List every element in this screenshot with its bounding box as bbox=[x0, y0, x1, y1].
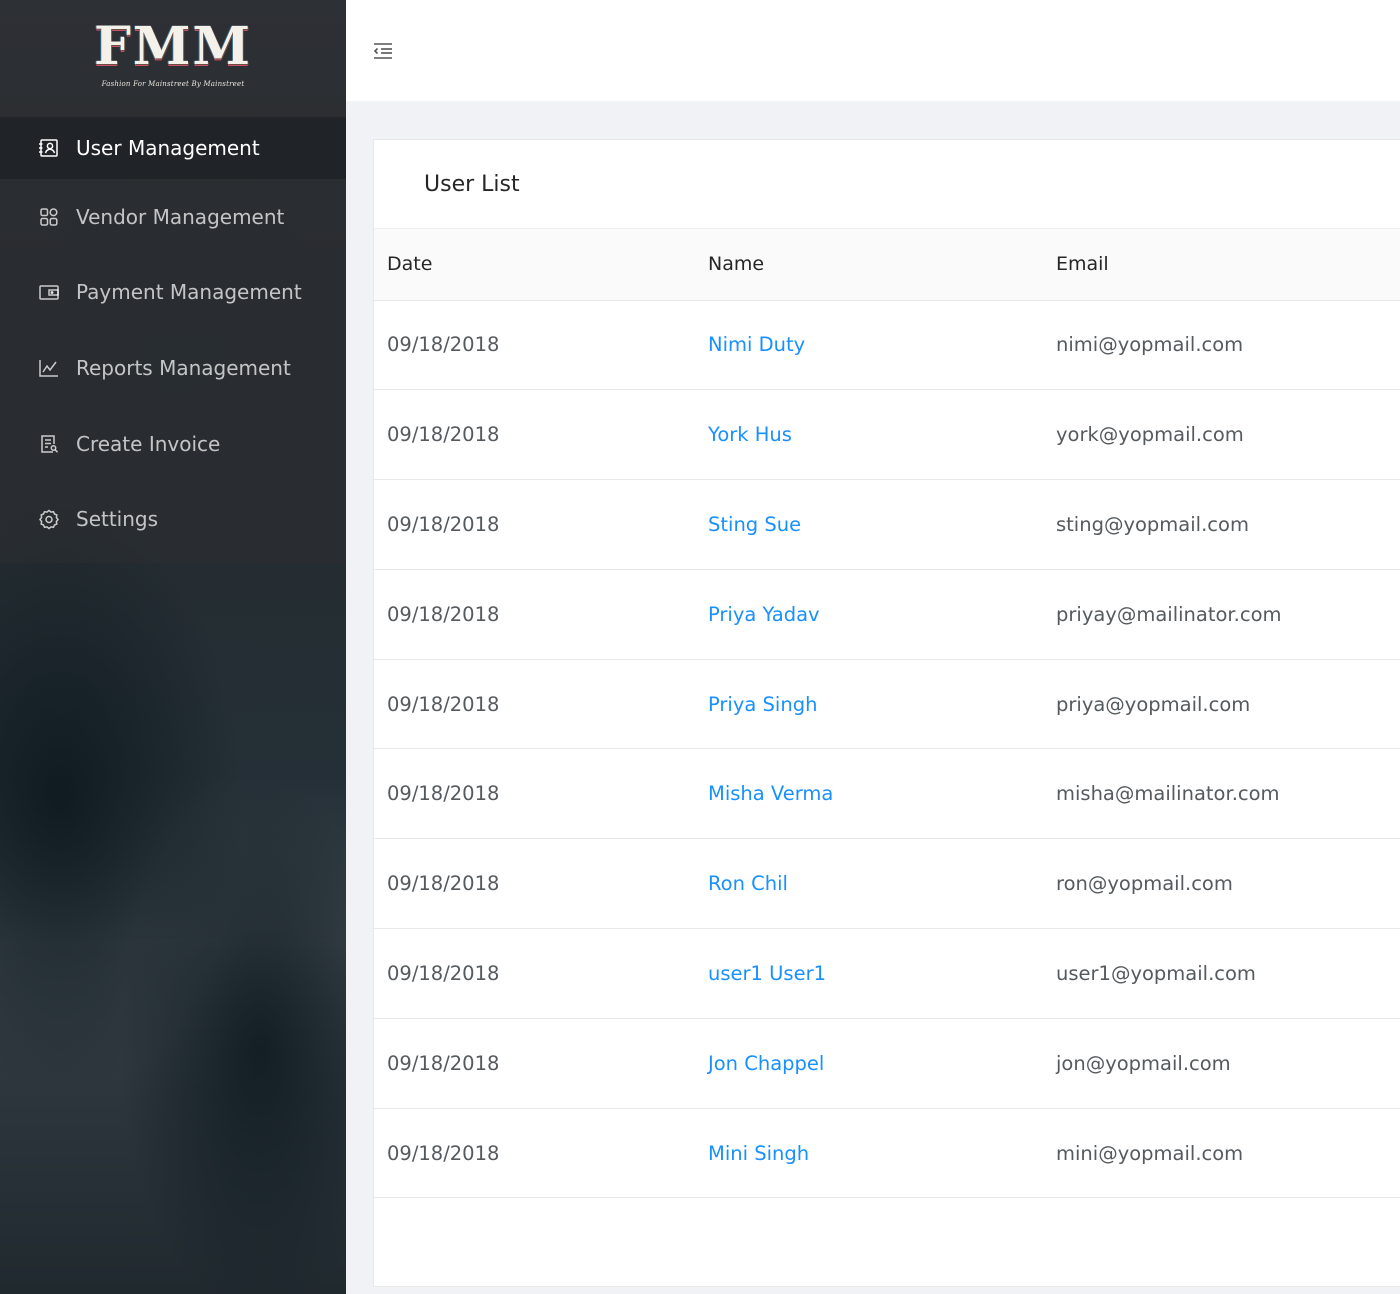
table-row[interactable]: 09/18/2018 Mini Singh mini@yopmail.com bbox=[374, 1108, 1400, 1199]
row-name-link[interactable]: Ron Chil bbox=[708, 838, 1056, 930]
apps-icon bbox=[38, 206, 60, 228]
row-email: york@yopmail.com bbox=[1056, 389, 1400, 481]
logo-letters: FMM bbox=[93, 16, 253, 77]
table-row[interactable]: 09/18/2018 Jon Chappel jon@yopmail.com bbox=[374, 1018, 1400, 1109]
sidebar-item-settings[interactable]: Settings bbox=[0, 481, 346, 557]
row-email: misha@mailinator.com bbox=[1056, 748, 1400, 840]
card-title: User List bbox=[374, 140, 1400, 229]
row-date: 09/18/2018 bbox=[374, 389, 708, 481]
row-date: 09/18/2018 bbox=[374, 569, 708, 660]
wallet-icon bbox=[38, 281, 60, 303]
table-row[interactable]: 09/18/2018 user1 User1 user1@yopmail.com bbox=[374, 928, 1400, 1019]
sidebar-item-label: Settings bbox=[76, 507, 159, 532]
table-row[interactable]: 09/18/2018 Priya Yadav priyay@mailinator.c… bbox=[374, 569, 1400, 660]
row-date: 09/18/2018 bbox=[374, 1018, 708, 1109]
sidebar-item-label: Vendor Management bbox=[76, 204, 285, 229]
sidebar: FMM Fashion For Mainstreet By Mainstreet… bbox=[0, 0, 346, 1294]
line-chart-icon bbox=[38, 357, 60, 379]
logo-tagline: Fashion For Mainstreet By Mainstreet bbox=[101, 80, 245, 88]
row-name-link[interactable]: Mini Singh bbox=[708, 1108, 1056, 1199]
gear-icon bbox=[38, 508, 60, 530]
row-name-link[interactable]: Nimi Duty bbox=[708, 300, 1056, 391]
row-email: jon@yopmail.com bbox=[1056, 1018, 1400, 1109]
column-header-date[interactable]: Date bbox=[374, 229, 708, 301]
user-table: Date Name Email 09/18/2018 Nimi Duty nimi@… bbox=[374, 229, 1400, 1199]
row-name-link[interactable]: user1 User1 bbox=[708, 928, 1056, 1019]
row-date: 09/18/2018 bbox=[374, 928, 708, 1019]
row-date: 09/18/2018 bbox=[374, 300, 708, 391]
table-row[interactable]: 09/18/2018 York Hus york@yopmail.com bbox=[374, 389, 1400, 481]
table-header-row: Date Name Email bbox=[374, 229, 1400, 301]
sidebar-background-band bbox=[0, 563, 346, 938]
sidebar-item-user-management[interactable]: User Management bbox=[0, 117, 346, 179]
row-name-link[interactable]: Sting Sue bbox=[708, 479, 1056, 570]
table-row[interactable]: 09/18/2018 Misha Verma misha@mailinator.co… bbox=[374, 748, 1400, 840]
table-body: 09/18/2018 Nimi Duty nimi@yopmail.com 09/18… bbox=[374, 300, 1400, 1199]
menu-fold-icon[interactable] bbox=[372, 40, 394, 62]
user-card-icon bbox=[38, 137, 60, 159]
table-row[interactable]: 09/18/2018 Priya Singh priya@yopmail.com bbox=[374, 659, 1400, 750]
sidebar-item-payment-management[interactable]: Payment Management bbox=[0, 255, 346, 331]
row-email: ron@yopmail.com bbox=[1056, 838, 1400, 930]
row-date: 09/18/2018 bbox=[374, 479, 708, 570]
row-name-link[interactable]: Priya Yadav bbox=[708, 569, 1056, 660]
table-row[interactable]: 09/18/2018 Ron Chil ron@yopmail.com bbox=[374, 838, 1400, 930]
sidebar-item-vendor-management[interactable]: Vendor Management bbox=[0, 179, 346, 255]
top-header bbox=[346, 0, 1400, 101]
row-date: 09/18/2018 bbox=[374, 838, 708, 930]
row-email: priyay@mailinator.com bbox=[1056, 569, 1400, 660]
row-name-link[interactable]: York Hus bbox=[708, 389, 1056, 481]
sidebar-item-label: Reports Management bbox=[76, 355, 291, 380]
user-list-card: User List Date Name Email 09/18/2018 Nimi… bbox=[373, 139, 1400, 1287]
column-header-name[interactable]: Name bbox=[708, 229, 1056, 301]
logo[interactable]: FMM Fashion For Mainstreet By Mainstreet bbox=[92, 18, 254, 96]
sidebar-item-label: Payment Management bbox=[76, 280, 302, 305]
sidebar-item-create-invoice[interactable]: Create Invoice bbox=[0, 406, 346, 482]
row-name-link[interactable]: Priya Singh bbox=[708, 659, 1056, 750]
row-date: 09/18/2018 bbox=[374, 659, 708, 750]
invoice-icon bbox=[38, 433, 60, 455]
row-name-link[interactable]: Jon Chappel bbox=[708, 1018, 1056, 1109]
sidebar-item-reports-management[interactable]: Reports Management bbox=[0, 330, 346, 406]
sidebar-item-label: User Management bbox=[76, 136, 260, 160]
row-email: sting@yopmail.com bbox=[1056, 479, 1400, 570]
row-email: mini@yopmail.com bbox=[1056, 1108, 1400, 1199]
column-header-email[interactable]: Email bbox=[1056, 229, 1400, 301]
row-name-link[interactable]: Misha Verma bbox=[708, 748, 1056, 840]
row-date: 09/18/2018 bbox=[374, 1108, 708, 1199]
row-email: nimi@yopmail.com bbox=[1056, 300, 1400, 391]
table-row[interactable]: 09/18/2018 Nimi Duty nimi@yopmail.com bbox=[374, 300, 1400, 391]
sidebar-nav: User Management Vendor Management Paymen… bbox=[0, 117, 346, 557]
row-email: priya@yopmail.com bbox=[1056, 659, 1400, 750]
table-row[interactable]: 09/18/2018 Sting Sue sting@yopmail.com bbox=[374, 479, 1400, 570]
sidebar-item-label: Create Invoice bbox=[76, 431, 221, 456]
row-email: user1@yopmail.com bbox=[1056, 928, 1400, 1019]
row-date: 09/18/2018 bbox=[374, 748, 708, 840]
